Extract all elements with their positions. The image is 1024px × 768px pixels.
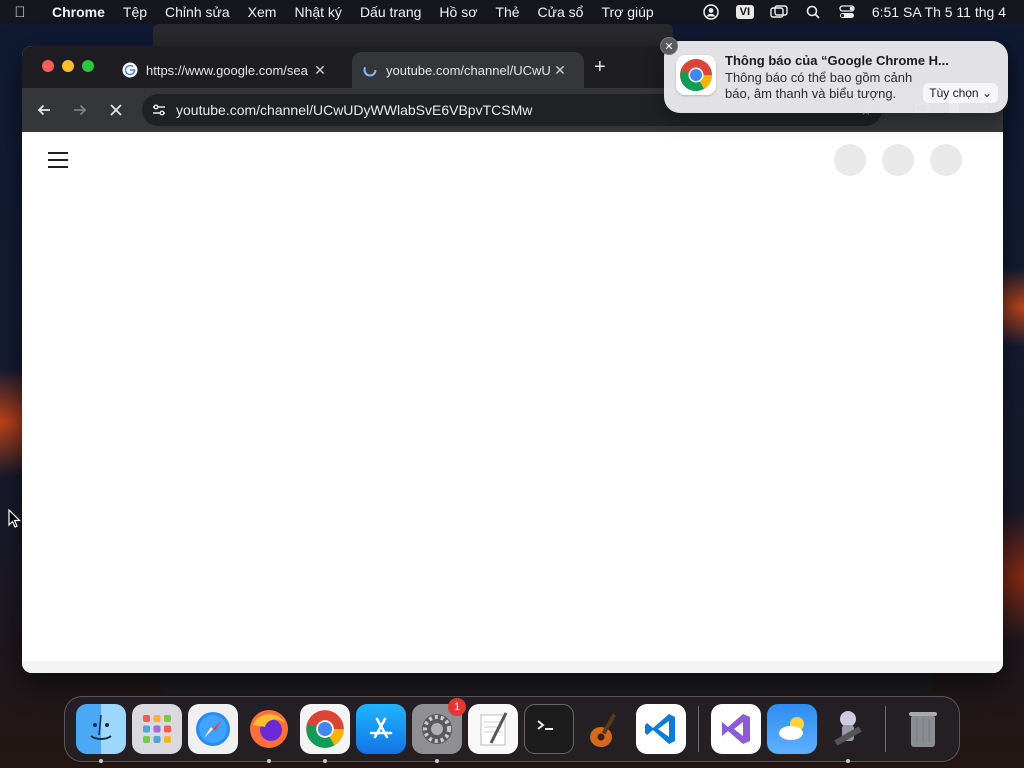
control-center-icon[interactable] <box>830 0 864 24</box>
new-tab-button[interactable]: + <box>594 57 606 77</box>
input-source-indicator[interactable]: VI <box>728 0 762 24</box>
menu-file[interactable]: Tệp <box>114 4 156 20</box>
automator-icon[interactable] <box>823 704 873 763</box>
running-indicator <box>99 759 103 763</box>
hamburger-menu-icon[interactable] <box>48 152 68 168</box>
app-store-icon[interactable] <box>356 704 406 754</box>
vscode-icon[interactable] <box>636 704 686 754</box>
close-tab-icon[interactable]: ✕ <box>550 62 570 79</box>
minimize-window-button[interactable] <box>62 60 74 72</box>
chrome-app-icon <box>676 55 716 95</box>
close-window-button[interactable] <box>42 60 54 72</box>
visual-studio-icon[interactable] <box>711 704 761 754</box>
menu-bookmarks[interactable]: Dấu trang <box>351 4 430 20</box>
textedit-icon[interactable] <box>468 704 518 754</box>
dock-separator <box>885 706 886 752</box>
menu-window[interactable]: Cửa sổ <box>529 4 593 20</box>
forward-button[interactable] <box>62 94 98 126</box>
weather-icon[interactable] <box>767 704 817 754</box>
loading-placeholder-circle <box>882 144 914 176</box>
chrome-icon[interactable] <box>300 704 350 763</box>
menu-history[interactable]: Nhật ký <box>285 4 350 20</box>
tab-youtube-channel[interactable]: youtube.com/channel/UCwU ✕ <box>352 52 584 88</box>
menu-edit[interactable]: Chỉnh sửa <box>156 4 239 20</box>
terminal-icon[interactable] <box>524 704 574 754</box>
running-indicator <box>435 759 439 763</box>
tab-title: youtube.com/channel/UCwU <box>386 62 550 78</box>
close-tab-icon[interactable]: ✕ <box>310 62 330 79</box>
loading-placeholder-circle <box>930 144 962 176</box>
notification-close-button[interactable]: ✕ <box>660 37 678 55</box>
running-indicator <box>846 759 850 763</box>
apple-menu-icon[interactable]:  <box>0 4 40 21</box>
back-button[interactable] <box>26 94 62 126</box>
firefox-icon[interactable] <box>244 704 294 763</box>
arrow-left-icon <box>37 104 50 116</box>
tab-title: https://www.google.com/sea <box>146 62 308 78</box>
chevron-down-icon: ⌄ <box>981 86 992 100</box>
stop-loading-button[interactable] <box>98 94 134 126</box>
loading-placeholder-circle <box>834 144 866 176</box>
mouse-cursor-icon <box>8 508 22 534</box>
notification-body: Thông báo có thể bao gồm cảnh báo, âm th… <box>725 70 913 101</box>
address-bar-url: youtube.com/channel/UCwUDyWWlabSvE6VBpvT… <box>176 102 533 118</box>
menu-bar-clock[interactable]: 6:51 SA Th 5 11 thg 4 <box>864 4 1024 20</box>
loading-icon <box>362 62 378 78</box>
close-icon <box>110 104 122 116</box>
background-window-bottom <box>160 670 932 694</box>
zoom-window-button[interactable] <box>82 60 94 72</box>
menu-help[interactable]: Trợ giúp <box>592 4 662 20</box>
menu-bar:  Chrome Tệp Chỉnh sửa Xem Nhật ký Dấu t… <box>0 0 1024 24</box>
system-settings-icon[interactable]: 1 <box>412 698 466 763</box>
page-footer-strip <box>22 661 1003 673</box>
background-window-top <box>153 24 673 48</box>
launchpad-icon[interactable] <box>132 704 182 754</box>
notification-options-button[interactable]: Tùy chọn ⌄ <box>923 83 998 103</box>
menu-profiles[interactable]: Hồ sơ <box>430 4 486 20</box>
menu-bar-extras: VI 6:51 SA Th 5 11 thg 4 <box>694 0 1024 24</box>
dock-separator <box>698 706 699 752</box>
garageband-icon[interactable] <box>580 704 630 754</box>
notification-banner[interactable]: ✕ Thông báo của “Google Chrome H... Thôn… <box>660 37 1008 113</box>
finder-icon[interactable] <box>76 704 126 763</box>
site-info-icon[interactable] <box>142 102 176 118</box>
menu-view[interactable]: Xem <box>239 4 286 20</box>
page-content <box>22 132 1003 673</box>
tab-google-search[interactable]: https://www.google.com/sea ✕ <box>114 52 346 88</box>
input-source-label: VI <box>735 5 755 19</box>
screen-mirroring-icon[interactable] <box>762 0 796 24</box>
window-controls <box>42 60 94 72</box>
menu-app-name[interactable]: Chrome <box>40 4 114 20</box>
safari-icon[interactable] <box>188 704 238 754</box>
user-account-icon[interactable] <box>694 0 728 24</box>
spotlight-search-icon[interactable] <box>796 0 830 24</box>
trash-icon[interactable] <box>898 704 948 754</box>
notification-badge: 1 <box>448 698 466 716</box>
chrome-window: https://www.google.com/sea ✕ youtube.com… <box>22 46 1003 673</box>
running-indicator <box>323 759 327 763</box>
dock: 1 <box>64 696 960 763</box>
arrow-right-icon <box>74 104 87 116</box>
notification-options-label: Tùy chọn <box>929 86 979 100</box>
google-g-icon <box>122 62 138 78</box>
running-indicator <box>267 759 271 763</box>
notification-title: Thông báo của “Google Chrome H... <box>725 53 949 68</box>
menu-tab[interactable]: Thẻ <box>486 4 528 20</box>
